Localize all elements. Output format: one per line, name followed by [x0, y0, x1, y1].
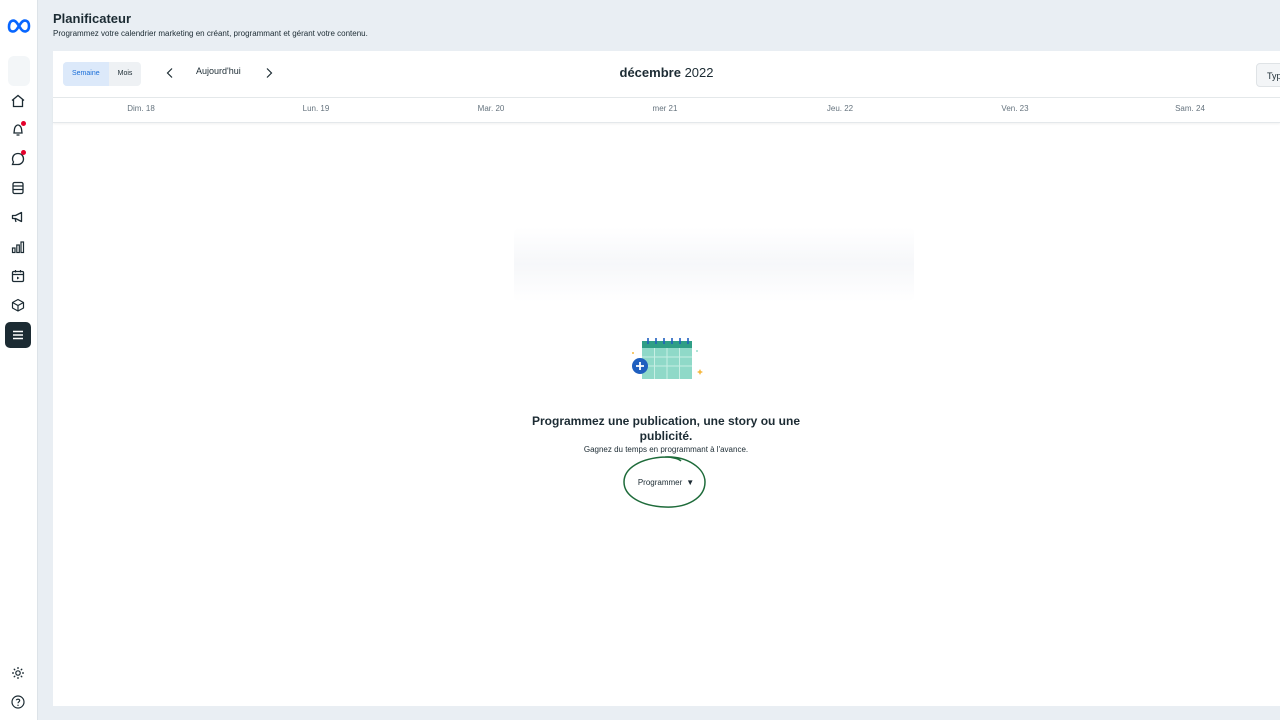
previous-week-button[interactable] — [163, 66, 177, 80]
meta-logo-icon[interactable] — [6, 12, 32, 38]
help-icon[interactable] — [7, 691, 29, 713]
notification-badge — [21, 121, 26, 126]
messages-badge — [21, 150, 26, 155]
inventory-icon[interactable] — [7, 294, 29, 316]
empty-state-subtitle: Gagnez du temps en programmant à l'avanc… — [583, 445, 749, 454]
home-icon[interactable] — [7, 90, 29, 112]
day-column-thursday: Jeu. 22 — [826, 104, 854, 113]
planner-icon[interactable] — [7, 265, 29, 287]
calendar-toolbar: Semaine Mois Aujourd'hui décembre 2022 T… — [53, 51, 1280, 98]
left-navigation-rail — [0, 0, 38, 720]
schedule-dropdown-button[interactable]: Programmer ▼ — [626, 474, 706, 492]
year: 2022 — [684, 65, 714, 80]
messages-icon[interactable] — [7, 148, 29, 170]
caret-down-icon: ▼ — [686, 478, 695, 487]
day-column-friday: Ven. 23 — [1001, 104, 1029, 113]
page-subtitle: Programmez votre calendrier marketing en… — [53, 29, 368, 38]
schedule-button-label: Programmer — [637, 478, 683, 487]
calendar-plus-illustration — [632, 338, 703, 379]
planner-panel: Semaine Mois Aujourd'hui décembre 2022 T… — [53, 51, 1280, 706]
loading-placeholder — [514, 227, 914, 302]
account-switcher[interactable] — [8, 56, 30, 86]
week-days-header: Dim. 18 Lun. 19 Mar. 20 mer 21 Jeu. 22 V… — [53, 98, 1280, 123]
day-column-wednesday: mer 21 — [652, 104, 678, 113]
chevron-right-icon — [266, 68, 273, 78]
month-name: décembre — [619, 65, 681, 80]
notifications-icon[interactable] — [7, 119, 29, 141]
view-toggle: Semaine Mois — [63, 62, 142, 86]
page-title: Planificateur — [53, 11, 132, 26]
today-button[interactable]: Aujourd'hui — [196, 66, 241, 76]
view-week-button[interactable]: Semaine — [63, 62, 109, 86]
ads-icon[interactable] — [7, 206, 29, 228]
insights-icon[interactable] — [7, 236, 29, 258]
content-icon[interactable] — [7, 177, 29, 199]
day-column-monday: Lun. 19 — [302, 104, 330, 113]
chevron-left-icon — [166, 68, 173, 78]
next-week-button[interactable] — [262, 66, 276, 80]
day-column-tuesday: Mar. 20 — [477, 104, 505, 113]
view-month-button[interactable]: Mois — [109, 62, 142, 86]
empty-state-title: Programmez une publication, une story ou… — [531, 414, 801, 443]
day-column-sunday: Dim. 18 — [127, 104, 155, 113]
page-bottom-edge — [53, 706, 1280, 720]
type-filter-button[interactable]: Typ — [1256, 63, 1280, 87]
empty-state: Programmez une publication, une story ou… — [53, 51, 1280, 706]
menu-icon[interactable] — [5, 322, 31, 348]
settings-icon[interactable] — [7, 662, 29, 684]
day-column-saturday: Sam. 24 — [1175, 104, 1205, 113]
page-header: Planificateur Programmez votre calendrie… — [53, 11, 368, 39]
